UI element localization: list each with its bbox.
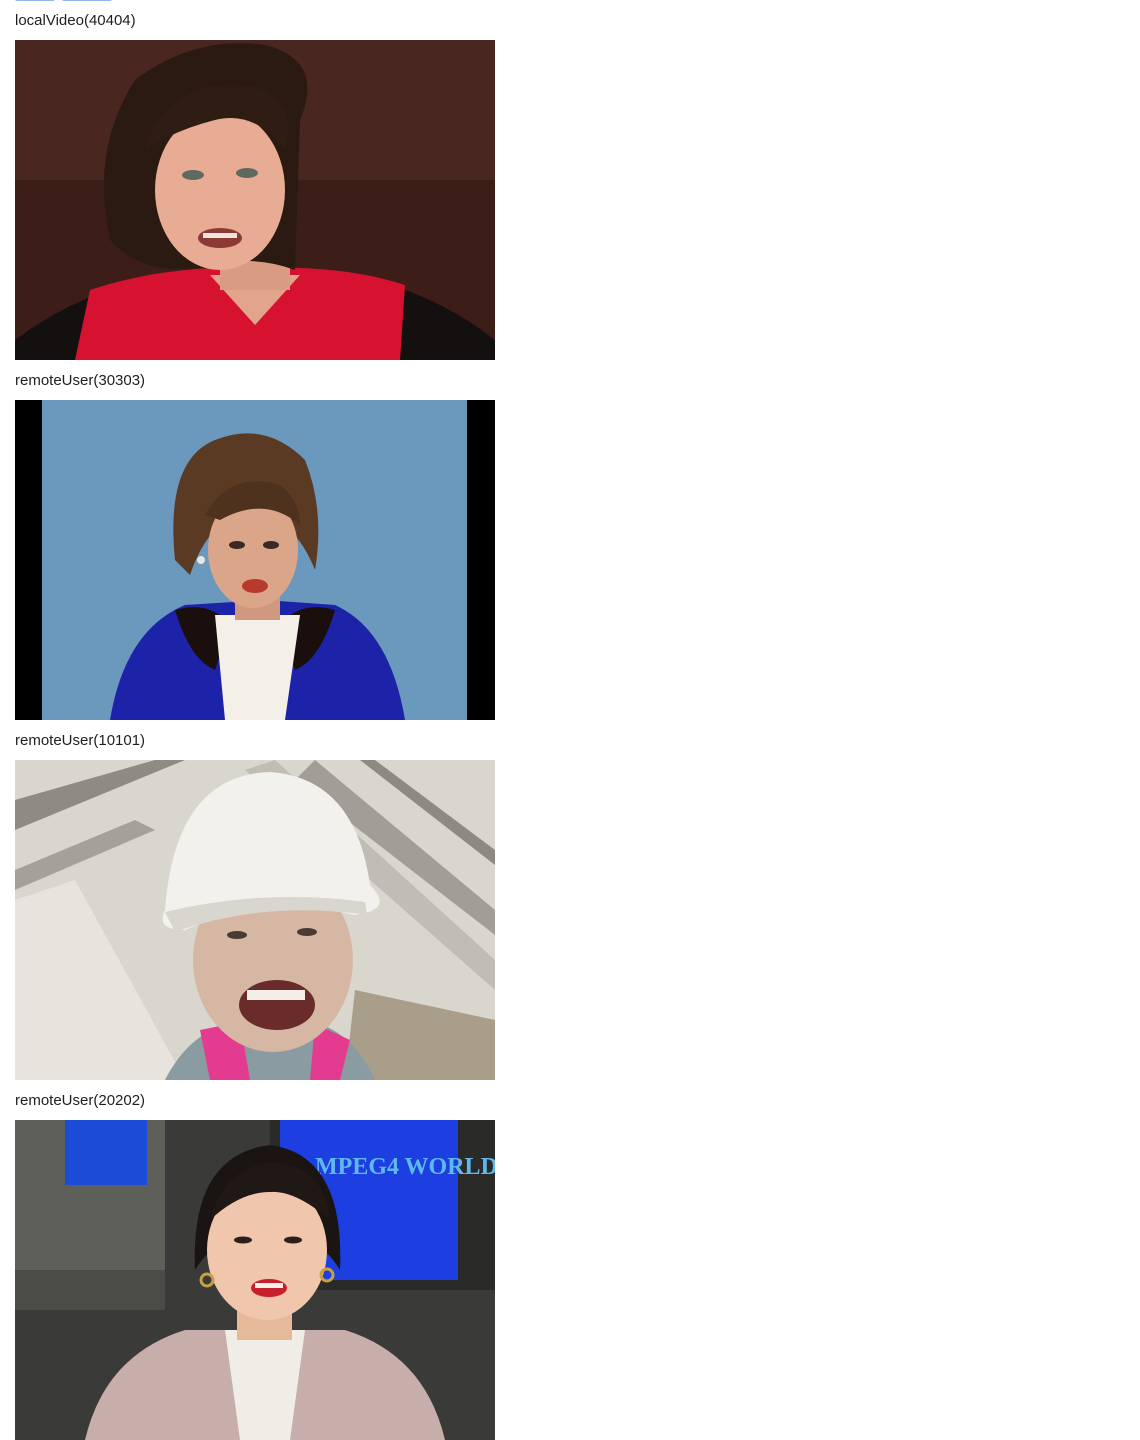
monitor-text: MPEG4 WORLD — [315, 1154, 495, 1180]
remote-video-frame-10101 — [15, 760, 495, 1080]
remote-user-label-20202: remoteUser(20202) — [15, 1092, 146, 1109]
local-video-frame — [15, 40, 495, 360]
remote-video-tile-30303: remoteUser(30303) — [15, 372, 495, 720]
remote-video-frame-30303 — [15, 400, 495, 720]
remote-video-tile-10101: remoteUser(10101) — [15, 732, 495, 1080]
local-video-tile: localVideo(40404) — [15, 12, 495, 360]
toolbar-button-1[interactable] — [15, 0, 55, 1]
local-video-label: localVideo(40404) — [15, 12, 136, 29]
remote-user-label-30303: remoteUser(30303) — [15, 372, 146, 389]
toolbar-button-2[interactable] — [62, 0, 112, 1]
video-call-page: localVideo(40404) remoteUser(30303) remo… — [0, 0, 1140, 1440]
remote-video-player-30303[interactable] — [15, 400, 495, 720]
remote-video-tile-20202: remoteUser(20202) MPEG4 WORLD — [15, 1092, 495, 1440]
remote-video-frame-20202: MPEG4 WORLD — [15, 1120, 495, 1440]
remote-user-label-10101: remoteUser(10101) — [15, 732, 146, 749]
remote-video-player-10101[interactable] — [15, 760, 495, 1080]
remote-video-player-20202[interactable]: MPEG4 WORLD — [15, 1120, 495, 1440]
local-video-player[interactable] — [15, 40, 495, 360]
